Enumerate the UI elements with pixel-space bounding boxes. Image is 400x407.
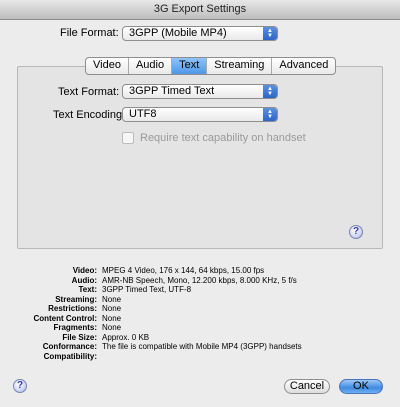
summary-row: Restrictions: None: [0, 304, 400, 314]
summary-key: Fragments:: [53, 323, 97, 332]
tab-bar: Video Audio Text Streaming Advanced: [85, 57, 337, 75]
summary-key: Video:: [72, 266, 97, 275]
summary-value: None: [102, 294, 122, 304]
summary-value: The file is compatible with Mobile MP4 (…: [102, 342, 302, 351]
dialog-help-icon[interactable]: ?: [13, 379, 27, 393]
summary-key: Restrictions:: [48, 304, 97, 313]
summary-key: Text:: [78, 285, 97, 294]
file-format-popup[interactable]: 3GPP (Mobile MP4) ▲ ▼: [122, 26, 278, 41]
summary-row: Streaming: None: [0, 295, 400, 305]
summary-value: [102, 352, 400, 362]
summary-key: Compatibility:: [43, 351, 97, 361]
require-capability-checkbox[interactable]: Require text capability on handset: [122, 132, 306, 144]
summary-row: Fragments: None: [0, 323, 400, 333]
summary-row: Audio: AMR-NB Speech, Mono, 12.200 kbps,…: [0, 276, 400, 286]
require-capability-label: Require text capability on handset: [140, 132, 306, 144]
summary-key: Audio:: [71, 275, 97, 285]
text-encoding-popup[interactable]: UTF8 ▲ ▼: [122, 107, 278, 122]
text-format-row: Text Format:: [58, 86, 119, 98]
window-title: 3G Export Settings: [0, 0, 400, 20]
summary-value: None: [102, 304, 122, 313]
summary-value: MPEG 4 Video, 176 x 144, 64 kbps, 15.00 …: [102, 266, 265, 275]
tab-audio[interactable]: Audio: [129, 58, 173, 74]
summary-key: File Size:: [62, 332, 97, 342]
text-format-popup[interactable]: 3GPP Timed Text ▲ ▼: [122, 84, 278, 99]
summary-value: Approx. 0 KB: [102, 332, 150, 342]
file-format-row: File Format:: [60, 27, 119, 39]
panel-help-icon[interactable]: ?: [349, 225, 363, 239]
summary-value: AMR-NB Speech, Mono, 12.200 kbps, 8.000 …: [102, 275, 297, 285]
text-encoding-value: UTF8: [129, 108, 157, 120]
settings-summary: Video: MPEG 4 Video, 176 x 144, 64 kbps,…: [0, 266, 400, 361]
cancel-button[interactable]: Cancel: [284, 379, 330, 394]
popup-arrows-icon: ▲ ▼: [263, 108, 277, 121]
checkbox-box[interactable]: [122, 132, 134, 144]
summary-key: Streaming:: [55, 294, 97, 304]
popup-arrows-icon: ▲ ▼: [263, 85, 277, 98]
summary-value: None: [102, 313, 122, 323]
summary-row: File Size: Approx. 0 KB: [0, 333, 400, 343]
tab-text[interactable]: Text: [172, 58, 208, 74]
tab-video[interactable]: Video: [86, 58, 129, 74]
popup-arrows-icon: ▲ ▼: [263, 27, 277, 40]
file-format-label: File Format:: [60, 27, 119, 39]
ok-button[interactable]: OK: [339, 379, 383, 394]
text-format-label: Text Format:: [58, 86, 120, 98]
summary-row: Conformance: The file is compatible with…: [0, 342, 400, 352]
summary-row: Content Control: None: [0, 314, 400, 324]
summary-key: Content Control:: [33, 313, 97, 323]
text-encoding-row: Text Encoding:: [53, 109, 125, 121]
text-encoding-label: Text Encoding:: [53, 109, 126, 121]
tab-advanced[interactable]: Advanced: [272, 58, 335, 74]
summary-value: 3GPP Timed Text, UTF-8: [102, 285, 192, 294]
dialog: File Format: 3GPP (Mobile MP4) ▲ ▼ Video …: [0, 20, 400, 407]
tab-streaming[interactable]: Streaming: [207, 58, 273, 74]
summary-value: None: [102, 323, 122, 332]
text-format-value: 3GPP Timed Text: [129, 85, 215, 97]
file-format-value: 3GPP (Mobile MP4): [129, 27, 227, 39]
summary-row: Text: 3GPP Timed Text, UTF-8: [0, 285, 400, 295]
summary-key: Conformance:: [42, 342, 97, 351]
summary-row: Video: MPEG 4 Video, 176 x 144, 64 kbps,…: [0, 266, 400, 276]
summary-row: Compatibility:: [0, 352, 400, 362]
